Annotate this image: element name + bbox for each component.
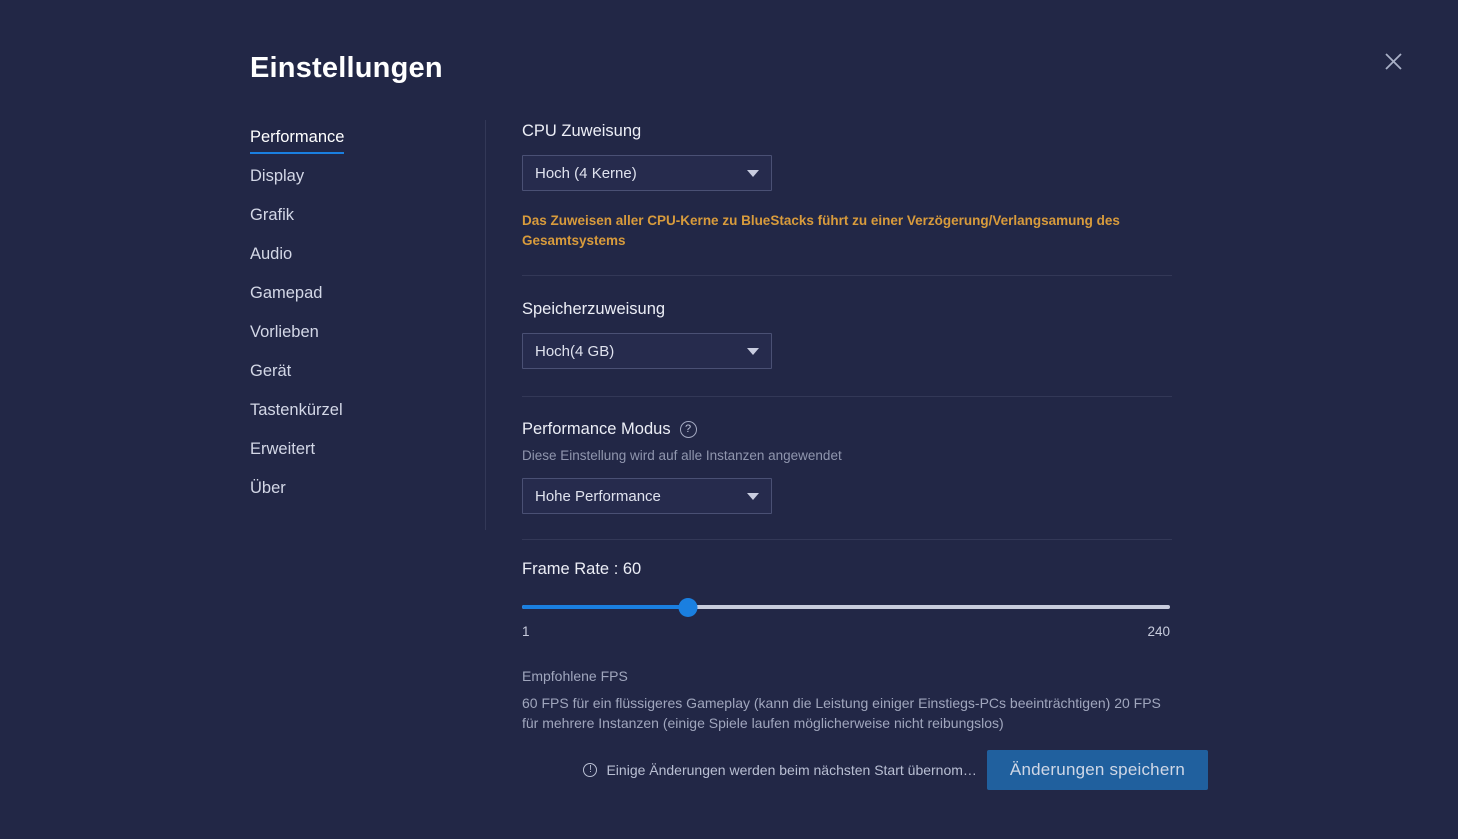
sidebar-item-audio[interactable]: Audio <box>250 243 450 282</box>
page-title: Einstellungen <box>250 52 443 84</box>
settings-content: CPU Zuweisung Hoch (4 Kerne) Das Zuweise… <box>522 120 1172 733</box>
memory-allocation-label: Speicherzuweisung <box>522 300 666 318</box>
frame-rate-section: Frame Rate : 60 1 240 Empfohlene FPS 60 … <box>522 558 1172 733</box>
sidebar-item-label: Tastenkürzel <box>250 401 343 419</box>
restart-note: ! Einige Änderungen werden beim nächsten… <box>583 762 977 778</box>
sidebar-item-label: Display <box>250 167 305 185</box>
sidebar-item-label: Vorlieben <box>250 323 319 341</box>
sidebar-item-label: Performance <box>250 126 345 154</box>
performance-mode-section: Performance Modus? Diese Einstellung wir… <box>522 418 1172 514</box>
save-changes-button[interactable]: Änderungen speichern <box>986 750 1208 790</box>
slider-fill <box>522 605 688 609</box>
chevron-down-icon <box>747 169 759 177</box>
sidebar-item-label: Audio <box>250 245 293 263</box>
recommended-fps-title: Empfohlene FPS <box>522 668 628 684</box>
performance-mode-subtitle: Diese Einstellung wird auf alle Instanze… <box>522 448 842 463</box>
info-icon: ! <box>583 763 598 777</box>
memory-allocation-section: Speicherzuweisung Hoch(4 GB) <box>522 298 1172 369</box>
settings-window: Einstellungen Performance Display Grafik… <box>0 0 1458 839</box>
cpu-allocation-select[interactable]: Hoch (4 Kerne) <box>522 155 772 191</box>
section-divider <box>522 539 1172 540</box>
chevron-down-icon <box>747 492 759 500</box>
sidebar-item-label: Gamepad <box>250 284 323 302</box>
performance-mode-label: Performance Modus? <box>522 418 1172 440</box>
chevron-down-icon <box>747 347 759 355</box>
footer-bar: ! Einige Änderungen werden beim nächsten… <box>522 748 1208 792</box>
slider-thumb[interactable] <box>678 598 698 617</box>
cpu-warning-text: Das Zuweisen aller CPU-Kerne zu BlueStac… <box>522 213 1120 248</box>
frame-rate-slider[interactable] <box>522 592 1170 622</box>
sidebar-item-geraet[interactable]: Gerät <box>250 360 450 399</box>
sidebar-item-performance[interactable]: Performance <box>250 126 450 165</box>
sidebar-item-grafik[interactable]: Grafik <box>250 204 450 243</box>
sidebar-item-ueber[interactable]: Über <box>250 477 450 516</box>
sidebar-item-label: Grafik <box>250 206 295 224</box>
close-icon <box>1384 52 1403 71</box>
slider-max-label: 240 <box>1147 624 1170 639</box>
memory-allocation-select[interactable]: Hoch(4 GB) <box>522 333 772 369</box>
sidebar-item-tastenkuerzel[interactable]: Tastenkürzel <box>250 399 450 438</box>
sidebar-item-gamepad[interactable]: Gamepad <box>250 282 450 321</box>
restart-note-text: Einige Änderungen werden beim nächsten S… <box>606 762 977 778</box>
performance-mode-label-text: Performance Modus <box>522 420 671 438</box>
slider-min-label: 1 <box>522 624 530 639</box>
sidebar-item-erweitert[interactable]: Erweitert <box>250 438 450 477</box>
sidebar-item-label: Gerät <box>250 362 292 380</box>
memory-allocation-value: Hoch(4 GB) <box>535 342 615 360</box>
cpu-allocation-section: CPU Zuweisung Hoch (4 Kerne) Das Zuweise… <box>522 120 1172 251</box>
section-divider <box>522 396 1172 397</box>
sidebar-item-vorlieben[interactable]: Vorlieben <box>250 321 450 360</box>
slider-range-labels: 1 240 <box>522 624 1170 639</box>
cpu-allocation-value: Hoch (4 Kerne) <box>535 164 637 182</box>
performance-mode-select[interactable]: Hohe Performance <box>522 478 772 514</box>
sidebar-item-display[interactable]: Display <box>250 165 450 204</box>
sidebar: Performance Display Grafik Audio Gamepad… <box>250 126 450 516</box>
performance-mode-value: Hohe Performance <box>535 487 661 505</box>
section-divider <box>522 275 1172 276</box>
cpu-allocation-label: CPU Zuweisung <box>522 122 642 140</box>
close-button[interactable] <box>1378 46 1408 76</box>
recommended-fps-body: 60 FPS für ein flüssigeres Gameplay (kan… <box>522 695 1161 731</box>
sidebar-divider <box>485 120 486 530</box>
sidebar-item-label: Erweitert <box>250 440 316 458</box>
question-mark-icon[interactable]: ? <box>679 421 697 438</box>
frame-rate-label: Frame Rate : 60 <box>522 560 642 578</box>
sidebar-item-label: Über <box>250 479 286 497</box>
